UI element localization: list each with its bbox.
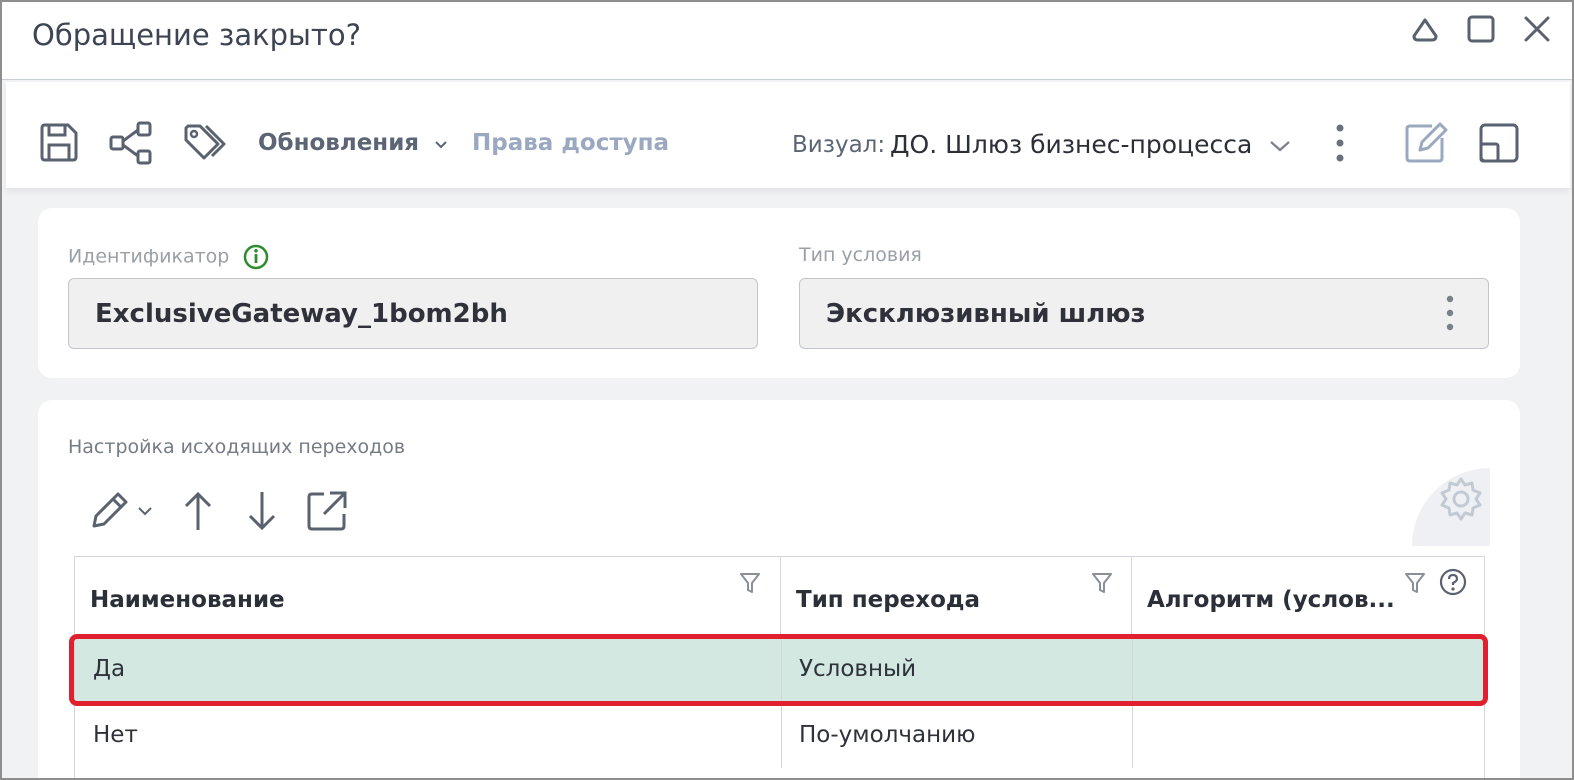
condition-type-field[interactable]: Эксклюзивный шлюз xyxy=(799,278,1489,349)
pencil-icon[interactable] xyxy=(86,488,132,534)
access-rights-link[interactable]: Права доступа xyxy=(472,130,669,156)
column-header-type[interactable]: Тип перехода xyxy=(781,557,1132,635)
visual-value: ДО. Шлюз бизнес-процесса xyxy=(890,130,1253,159)
column-header-name-text: Наименование xyxy=(90,587,285,613)
row-name-cell: Да xyxy=(93,656,126,682)
edit-icon[interactable] xyxy=(1402,120,1448,166)
info-icon[interactable] xyxy=(243,244,269,270)
table-row[interactable]: Нет По-умолчанию xyxy=(75,701,1484,768)
more-vertical-icon[interactable] xyxy=(1328,120,1352,166)
title-bar: Обращение закрыто? xyxy=(2,2,1572,80)
row-name-cell: Нет xyxy=(93,722,138,748)
visual-label: Визуал: xyxy=(792,132,886,158)
process-diagram-icon[interactable] xyxy=(108,120,154,166)
identifier-field[interactable]: ExclusiveGateway_1bom2bh xyxy=(68,278,758,349)
general-fields-card: Идентификатор ExclusiveGateway_1bom2bh Т… xyxy=(38,208,1520,378)
transitions-card: Настройка исходящих переходов Наименован… xyxy=(38,400,1520,778)
panel-layout-icon[interactable] xyxy=(1476,120,1522,166)
collapse-icon[interactable] xyxy=(1408,12,1442,46)
open-external-icon[interactable] xyxy=(304,488,350,534)
arrow-up-icon[interactable] xyxy=(178,488,218,534)
maximize-icon[interactable] xyxy=(1464,12,1498,46)
condition-type-value: Эксклюзивный шлюз xyxy=(826,299,1146,329)
gear-icon[interactable] xyxy=(1436,474,1486,524)
column-divider xyxy=(1132,636,1133,702)
column-divider xyxy=(781,636,782,702)
row-type-cell: Условный xyxy=(799,656,917,682)
chevron-down-icon[interactable] xyxy=(136,502,154,520)
arrow-down-icon[interactable] xyxy=(242,488,282,534)
column-header-name[interactable]: Наименование xyxy=(75,557,781,635)
column-divider xyxy=(1132,702,1133,768)
chevron-down-icon xyxy=(435,140,447,148)
chevron-down-icon xyxy=(1270,141,1290,152)
save-icon[interactable] xyxy=(36,120,82,166)
column-header-algorithm[interactable]: Алгоритм (услов... xyxy=(1132,557,1484,635)
condition-type-label: Тип условия xyxy=(799,244,922,266)
filter-icon[interactable] xyxy=(739,571,761,595)
toolbar: Обновления Права доступа Визуал: ДО. Шлю… xyxy=(6,82,1570,188)
table-row[interactable]: Да Условный xyxy=(75,635,1484,702)
updates-label: Обновления xyxy=(258,130,420,156)
identifier-label-text: Идентификатор xyxy=(68,245,230,268)
column-header-algorithm-text: Алгоритм (услов... xyxy=(1147,587,1395,613)
help-icon[interactable] xyxy=(1438,567,1468,597)
identifier-label: Идентификатор xyxy=(68,244,269,270)
transitions-grid: Наименование Тип перехода Алгоритм (усло… xyxy=(74,556,1485,778)
column-divider xyxy=(781,702,782,768)
filter-icon[interactable] xyxy=(1404,571,1426,595)
column-header-type-text: Тип перехода xyxy=(796,587,980,613)
updates-menu[interactable]: Обновления xyxy=(258,130,449,156)
more-vertical-icon[interactable] xyxy=(1440,293,1460,333)
tags-icon[interactable] xyxy=(182,120,228,166)
transitions-section-label: Настройка исходящих переходов xyxy=(68,436,406,458)
dialog-window: Обращение закрыто? Обновления Права дост… xyxy=(0,0,1574,780)
row-type-cell: По-умолчанию xyxy=(799,722,976,748)
window-title: Обращение закрыто? xyxy=(32,18,361,52)
close-icon[interactable] xyxy=(1520,12,1554,46)
filter-icon[interactable] xyxy=(1091,571,1113,595)
visual-selector[interactable]: ДО. Шлюз бизнес-процесса xyxy=(890,130,1292,159)
